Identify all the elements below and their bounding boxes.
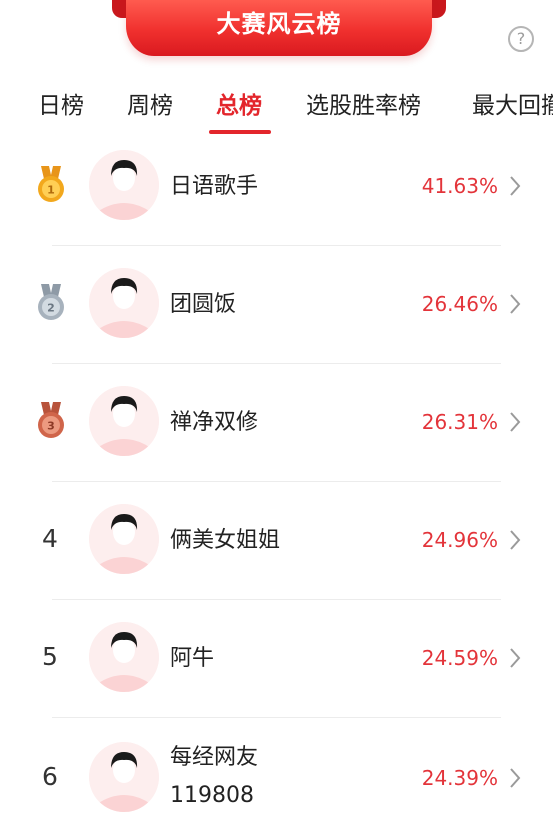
ranking-row[interactable]: 5 阿牛 24.59% [0, 600, 553, 718]
win-rate: 26.31% [421, 410, 498, 434]
win-rate: 24.39% [421, 766, 498, 790]
svg-text:3: 3 [47, 420, 55, 433]
svg-text:2: 2 [47, 302, 55, 315]
help-icon[interactable]: ? [508, 26, 534, 52]
bronze-medal-icon: 3 [38, 402, 64, 438]
user-name: 阿牛 [170, 646, 215, 671]
ranking-row[interactable]: 1 日语歌手 41.63% [0, 128, 553, 246]
tab-max-drawdown[interactable]: 最大回撤 [472, 86, 553, 120]
win-rate: 26.46% [421, 292, 498, 316]
avatar [89, 504, 159, 574]
avatar [89, 386, 159, 456]
rank-number: 4 [42, 524, 58, 553]
user-name: 俩美女姐姐 [170, 528, 281, 553]
tab-weekly[interactable]: 周榜 [127, 86, 173, 120]
title-banner: 大赛风云榜 [112, 0, 446, 58]
avatar [89, 268, 159, 338]
tab-win-rate[interactable]: 选股胜率榜 [306, 86, 421, 120]
ranking-row[interactable]: 4 俩美女姐姐 24.96% [0, 482, 553, 600]
win-rate: 24.96% [421, 528, 498, 552]
chevron-right-icon [510, 412, 521, 432]
avatar [89, 622, 159, 692]
page-title: 大赛风云榜 [216, 10, 342, 38]
chevron-right-icon [510, 648, 521, 668]
rank-number: 5 [42, 642, 58, 671]
rank-number: 6 [42, 762, 58, 791]
chevron-right-icon [510, 768, 521, 788]
user-name: 团圆饭 [170, 292, 237, 317]
avatar [89, 742, 159, 812]
win-rate: 24.59% [421, 646, 498, 670]
user-name-line-2: 119808 [170, 783, 254, 808]
ranking-row[interactable]: 2 团圆饭 26.46% [0, 246, 553, 364]
silver-medal-icon: 2 [38, 284, 64, 320]
ranking-row[interactable]: 3 禅净双修 26.31% [0, 364, 553, 482]
chevron-right-icon [510, 530, 521, 550]
user-name: 禅净双修 [170, 410, 259, 435]
tab-overall[interactable]: 总榜 [216, 86, 262, 120]
user-name: 日语歌手 [170, 174, 259, 199]
chevron-right-icon [510, 176, 521, 196]
ranking-row[interactable]: 6 每经网友 119808 24.39% [0, 718, 553, 834]
leaderboard-page: 大赛风云榜 ? 日榜 周榜 总榜 选股胜率榜 最大回撤 1 日语歌手 41.63… [0, 0, 553, 834]
banner-ribbon: 大赛风云榜 [126, 0, 432, 56]
avatar [89, 150, 159, 220]
win-rate: 41.63% [421, 174, 498, 198]
user-name: 每经网友 [170, 745, 259, 770]
chevron-right-icon [510, 294, 521, 314]
tab-daily[interactable]: 日榜 [38, 86, 84, 120]
svg-text:1: 1 [47, 184, 55, 197]
gold-medal-icon: 1 [38, 166, 64, 202]
